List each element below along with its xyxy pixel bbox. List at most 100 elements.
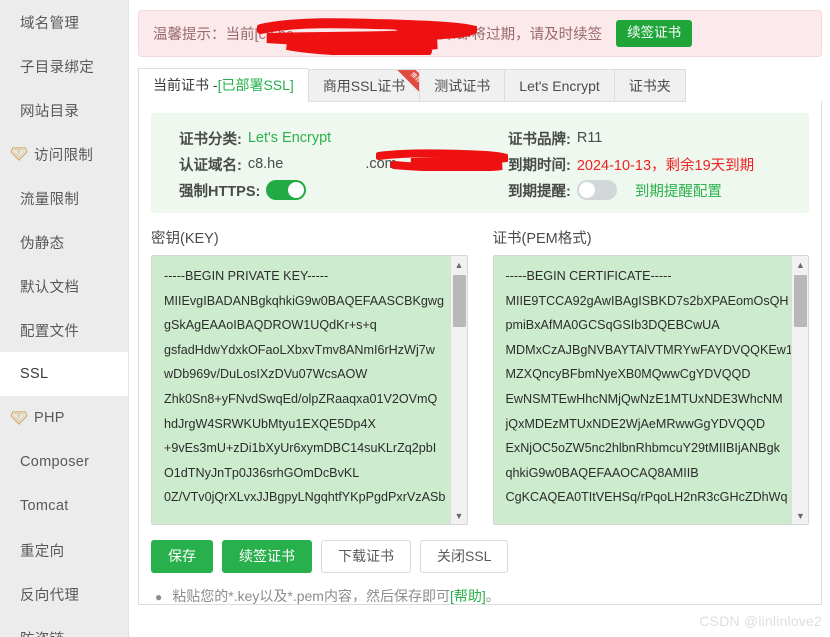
key-scroll-down-icon[interactable]: ▼	[451, 507, 467, 524]
sidebar-item-10[interactable]: Composer	[0, 440, 128, 484]
tab-3[interactable]: Let's Encrypt	[504, 69, 614, 102]
tab-0[interactable]: 当前证书 - [已部署SSL]	[138, 68, 308, 102]
key-textarea-box[interactable]: -----BEGIN PRIVATE KEY----- MIIEvgIBADAN…	[151, 255, 468, 525]
cert-expiry-value: 2024-10-13，剩余19天到期	[576, 157, 755, 174]
gem-icon: 企	[10, 147, 28, 161]
sidebar-item-4[interactable]: 流量限制	[0, 176, 128, 220]
sidebar-item-6[interactable]: 默认文档	[0, 264, 128, 308]
expiry-reminder-row: 到期提醒: 到期提醒配置	[508, 177, 809, 203]
sidebar-item-13[interactable]: 反向代理	[0, 572, 128, 616]
cert-type-value: Let's Encrypt	[247, 130, 332, 146]
sidebar-item-label: 域名管理	[20, 15, 80, 32]
sidebar-item-label: 子目录绑定	[20, 59, 94, 76]
sidebar-item-label: 网站目录	[20, 103, 80, 120]
expiry-reminder-toggle[interactable]	[576, 180, 617, 200]
tab-1[interactable]: 商用SSL证书 推荐	[307, 69, 420, 102]
tab-label: 当前证书 -	[153, 77, 218, 93]
cert-info-left-column: 证书分类: Let's Encrypt 认证域名: c8.he .com 强制H…	[151, 125, 508, 203]
tab-bar: 当前证书 - [已部署SSL] 商用SSL证书 推荐 测试证书 Let's Encryp…	[138, 68, 822, 102]
svg-text:企: 企	[17, 149, 22, 156]
sidebar-item-label: Composer	[20, 454, 90, 470]
pem-scrollbar[interactable]: ▲ ▼	[791, 256, 808, 524]
pem-editor-title: 证书(PEM格式)	[492, 231, 592, 247]
sidebar-item-9[interactable]: 企 PHP	[0, 396, 128, 440]
tab-4[interactable]: 证书夹	[613, 69, 686, 102]
sidebar-item-label: 流量限制	[20, 191, 80, 208]
pem-textarea-box[interactable]: -----BEGIN CERTIFICATE----- MIIE9TCCA92g…	[492, 255, 809, 525]
alert-renew-button[interactable]: 续签证书	[616, 20, 693, 47]
sidebar-item-12[interactable]: 重定向	[0, 528, 128, 572]
tab-label-badge: [已部署SSL]	[217, 77, 294, 93]
sidebar-item-1[interactable]: 子目录绑定	[0, 44, 128, 88]
sidebar-item-label: PHP	[34, 410, 65, 426]
sidebar-item-0[interactable]: 域名管理	[0, 0, 128, 44]
sidebar-item-7[interactable]: 配置文件	[0, 308, 128, 352]
expiry-alert: 温馨提示：当前[c8.he m]证书即将过期，请及时续签 续签证书	[138, 10, 822, 57]
pem-scroll-down-icon[interactable]: ▼	[792, 507, 808, 524]
tab-label: 测试证书	[434, 77, 491, 94]
pem-textarea[interactable]: -----BEGIN CERTIFICATE----- MIIE9TCCA92g…	[494, 256, 809, 524]
pem-scroll-up-icon[interactable]: ▲	[792, 256, 808, 273]
sidebar-item-label: 重定向	[20, 543, 65, 560]
sidebar-item-3[interactable]: 企 访问限制	[0, 132, 128, 176]
sidebar-item-label: 配置文件	[20, 323, 80, 340]
expiry-reminder-config-link[interactable]: 到期提醒配置	[635, 180, 722, 201]
expiry-reminder-label: 到期提醒:	[508, 183, 571, 200]
cert-brand-row: 证书品牌: R11	[508, 125, 809, 151]
sidebar-item-2[interactable]: 网站目录	[0, 88, 128, 132]
sidebar-item-8[interactable]: SSL	[0, 352, 128, 396]
alert-suffix: ]证书即将过期，请及时续签	[424, 27, 603, 43]
hint-help-link[interactable]: [帮助]	[450, 586, 486, 606]
force-https-toggle[interactable]	[266, 180, 307, 200]
usage-hint: ● 粘贴您的*.key以及*.pem内容，然后保存即可 [帮助]。	[151, 586, 809, 606]
alert-domain: c8.he	[258, 27, 295, 43]
force-https-row: 强制HTTPS:	[179, 177, 480, 203]
tab-2[interactable]: 测试证书	[419, 69, 505, 102]
sidebar-item-label: 访问限制	[34, 147, 94, 164]
tab-label: 证书夹	[628, 77, 671, 94]
sidebar-item-label: 反向代理	[20, 587, 80, 604]
gem-icon: 企	[10, 411, 28, 425]
tab-label: Let's Encrypt	[519, 77, 600, 94]
cert-brand-value: R11	[576, 130, 603, 146]
action-button-1[interactable]: 续签证书	[222, 540, 312, 573]
key-scroll-up-icon[interactable]: ▲	[451, 256, 467, 273]
action-button-0[interactable]: 保存	[151, 540, 213, 573]
hint-text: 粘贴您的*.key以及*.pem内容，然后保存即可	[172, 587, 450, 604]
cert-type-label: 证书分类:	[179, 131, 242, 148]
sidebar-item-label: 防盗链	[20, 628, 64, 637]
sidebar-item-label: Tomcat	[20, 498, 69, 514]
sidebar-item-5[interactable]: 伪静态	[0, 220, 128, 264]
current-cert-panel: 证书分类: Let's Encrypt 认证域名: c8.he .com 强制H…	[138, 101, 822, 605]
cert-type-row: 证书分类: Let's Encrypt	[179, 125, 480, 151]
key-editor-title: 密钥(KEY)	[151, 231, 219, 247]
pem-editor-column: 证书(PEM格式) -----BEGIN CERTIFICATE----- MI…	[492, 227, 809, 525]
key-textarea[interactable]: -----BEGIN PRIVATE KEY----- MIIEvgIBADAN…	[152, 256, 467, 524]
key-editor-column: 密钥(KEY) -----BEGIN PRIVATE KEY----- MIIE…	[151, 227, 468, 525]
main-content: 温馨提示：当前[c8.he m]证书即将过期，请及时续签 续签证书 当前证书 - …	[129, 0, 830, 637]
pem-scroll-thumb[interactable]	[794, 275, 807, 327]
cert-domain-row: 认证域名: c8.he .com	[179, 149, 508, 177]
svg-text:企: 企	[17, 413, 22, 420]
action-button-2[interactable]: 下载证书	[321, 540, 411, 573]
key-scrollbar[interactable]: ▲ ▼	[449, 256, 467, 524]
cert-domain-value: c8.he	[247, 156, 284, 172]
sidebar-item-label: 默认文档	[20, 279, 80, 296]
sidebar-item-11[interactable]: Tomcat	[0, 484, 128, 528]
alert-prefix: 温馨提示：当前[	[153, 27, 259, 43]
action-button-3[interactable]: 关闭SSL	[420, 540, 509, 573]
bullet-icon: ●	[155, 589, 163, 604]
cert-expiry-row: 到期时间: 2024-10-13，剩余19天到期	[508, 151, 809, 177]
watermark: CSDN @linlinlove2	[699, 613, 822, 629]
sidebar-item-14[interactable]: 防盗链	[0, 616, 128, 637]
alert-message: 温馨提示：当前[c8.he m]证书即将过期，请及时续签	[153, 23, 602, 44]
alert-domain-suffix: m	[412, 27, 425, 43]
sidebar-item-label: 伪静态	[20, 235, 65, 252]
cert-info-panel: 证书分类: Let's Encrypt 认证域名: c8.he .com 强制H…	[151, 113, 809, 213]
cert-brand-label: 证书品牌:	[508, 131, 571, 148]
key-scroll-thumb[interactable]	[452, 275, 466, 327]
cert-domain-label: 认证域名:	[179, 157, 242, 174]
cert-info-right-column: 证书品牌: R11 到期时间: 2024-10-13，剩余19天到期 到期提醒:…	[480, 125, 809, 203]
cert-expiry-label: 到期时间:	[508, 157, 571, 174]
sidebar-item-label: SSL	[20, 366, 49, 382]
